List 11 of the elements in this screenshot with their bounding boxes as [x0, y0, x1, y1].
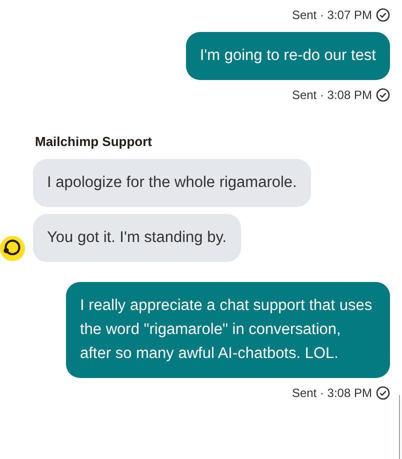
- sender-name: Mailchimp Support: [35, 133, 153, 151]
- sent-time: Sent · 3:08 PM: [292, 384, 372, 402]
- outgoing-message: I'm going to re-do our test: [186, 32, 390, 80]
- sent-time: Sent · 3:07 PM: [292, 7, 372, 24]
- incoming-message: You got it. I'm standing by.: [33, 214, 241, 262]
- check-icon: [376, 386, 390, 400]
- outgoing-message: I really appreciate a chat support that uses the word "rigamarole" in conversation, after so many awful AI-chatbots. LOL.: [66, 282, 390, 378]
- incoming-message: I apologize for the whole rigamarole.: [33, 158, 311, 206]
- sent-time: Sent · 3:08 PM: [292, 87, 372, 104]
- check-icon: [376, 8, 390, 22]
- check-icon: [376, 88, 390, 102]
